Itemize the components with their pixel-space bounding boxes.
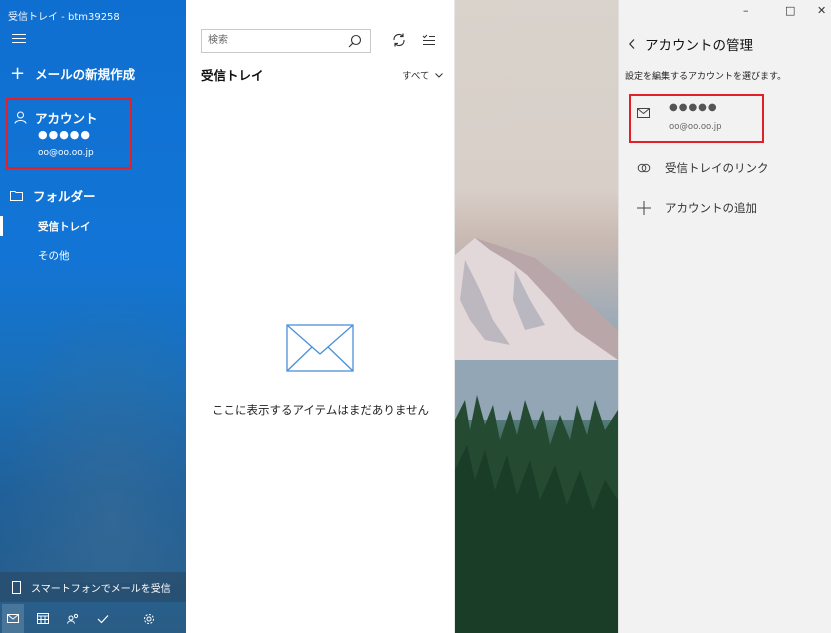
mountain-illustration [455,238,618,633]
maximize-button[interactable]: □ [785,4,795,17]
filter-label: すべて [402,71,430,82]
mail-icon [637,108,650,118]
back-button[interactable]: アカウントの管理 [629,34,753,54]
search-icon[interactable] [348,34,362,48]
sidebar-item-other[interactable]: その他 [38,248,70,263]
settings-icon[interactable] [138,604,160,633]
account-name: ●●●●● [669,102,718,113]
add-account-label: アカウントの追加 [665,201,757,215]
phone-icon [12,580,21,594]
link-inboxes-button[interactable]: 受信トレイのリンク [637,160,769,176]
sidebar: 受信トレイ - btm39258 + メールの新規作成 アカウント ●●●●● … [0,0,186,633]
empty-message: ここに表示するアイテムはまだありません [211,403,429,417]
new-mail-button[interactable]: + メールの新規作成 [10,64,135,83]
link-inboxes-label: 受信トレイのリンク [665,161,769,175]
selected-indicator [0,216,3,236]
sidebar-item-inbox[interactable]: 受信トレイ [0,214,186,238]
manage-title: アカウントの管理 [645,38,753,54]
chevron-left-icon [629,39,635,49]
message-list-pane: 検索 受信トレイ すべて ここに表示するアイテムはまだありません [186,0,455,633]
empty-mail-icon [286,324,354,372]
chevron-down-icon [435,72,444,78]
account-email: oo@oo.oo.jp [38,148,94,158]
hamburger-menu-icon[interactable] [12,34,26,46]
account-name: ●●●●● [38,128,91,141]
select-mode-icon[interactable] [422,33,436,47]
manage-accounts-panel: – □ ✕ アカウントの管理 設定を編集するアカウントを選びます。 ●●●●● … [618,0,831,633]
close-button[interactable]: ✕ [817,4,826,17]
account-label: アカウント [35,111,98,126]
phone-prompt: スマートフォンでメールを受信 [31,583,171,595]
people-icon[interactable] [62,604,84,633]
filter-dropdown[interactable]: すべて [402,68,444,82]
folders-header[interactable]: フォルダー [10,186,96,205]
background-shade [0,283,186,583]
sidebar-account[interactable]: アカウント ●●●●● oo@oo.oo.jp [6,98,132,169]
account-email: oo@oo.oo.jp [669,122,722,132]
mail-icon[interactable] [2,604,24,633]
search-placeholder: 検索 [208,35,228,46]
plus-icon: + [10,62,26,84]
folder-icon [10,191,23,201]
sync-icon[interactable] [391,32,407,48]
todo-icon[interactable] [92,604,114,633]
folders-label: フォルダー [33,189,96,204]
folder-title: 受信トレイ [201,68,264,83]
account-entry[interactable]: ●●●●● oo@oo.oo.jp [629,94,764,143]
window-title: 受信トレイ - btm39258 [8,12,120,23]
bottom-nav [0,604,186,633]
search-input[interactable]: 検索 [201,29,371,53]
manage-subtitle: 設定を編集するアカウントを選びます。 [625,72,787,82]
person-icon [14,111,27,124]
new-mail-label: メールの新規作成 [35,67,136,82]
background-landscape [455,0,618,633]
add-account-button[interactable]: アカウントの追加 [637,200,757,216]
minimize-button[interactable]: – [743,4,749,17]
calendar-icon[interactable] [32,604,54,633]
phone-mail-banner[interactable]: スマートフォンでメールを受信 [0,572,186,602]
link-icon [637,163,651,173]
inbox-label: 受信トレイ [38,221,91,233]
plus-icon [637,201,651,215]
